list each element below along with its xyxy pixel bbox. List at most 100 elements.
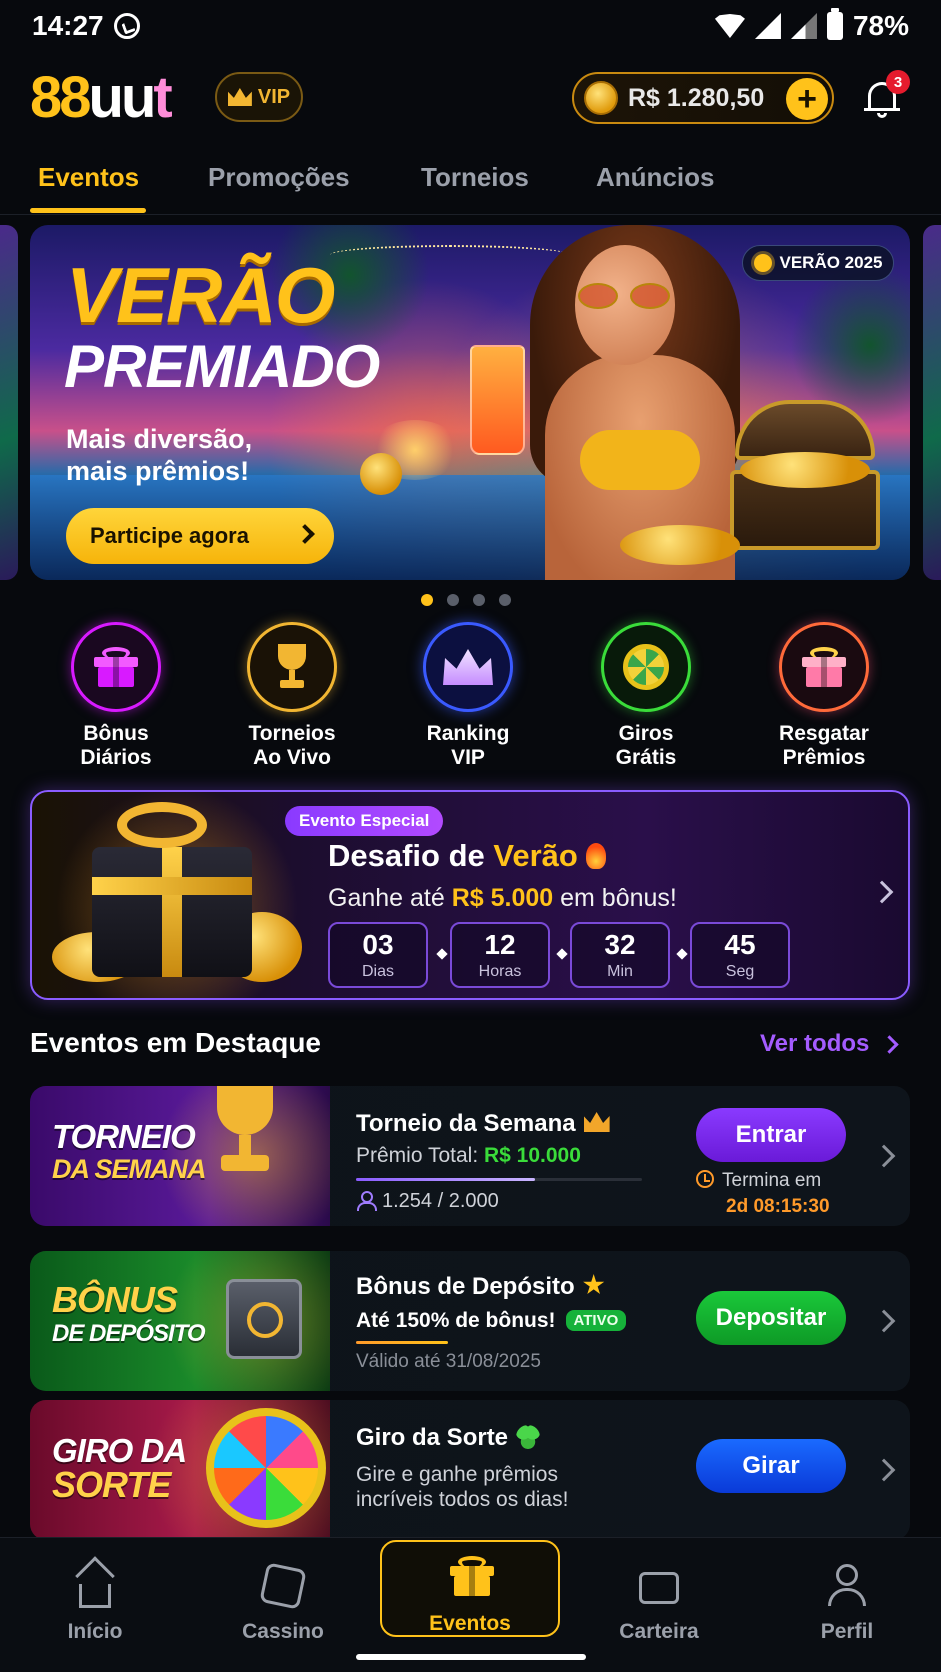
nav-perfil[interactable]: Perfil [772,1548,922,1648]
crown-icon [443,649,493,685]
ends-in-timer: 2d 08:15:30 [726,1196,830,1217]
safe-icon [226,1279,302,1359]
hero-title-secondary: PREMIADO [64,333,380,400]
carousel-next-slide[interactable] [923,225,941,580]
chevron-right-icon [872,1309,896,1333]
app-header: 88uut VIP R$ 1.280,50 + 3 [0,62,941,134]
fire-icon [585,843,606,869]
add-funds-button[interactable]: + [786,78,828,120]
tournament-thumbnail: TORNEIO DA SEMANA [30,1086,330,1226]
wheel-icon [206,1408,326,1528]
carousel-dot[interactable] [447,594,459,606]
countdown-days: 03 Dias [328,922,428,988]
tab-eventos[interactable]: Eventos [38,162,139,193]
user-icon [356,1191,377,1211]
dice-icon [259,1562,307,1610]
coin-icon [584,81,618,115]
battery-icon [826,8,843,40]
user-icon [836,1564,858,1586]
quick-action-free-spins[interactable]: Giros Grátis [566,622,726,770]
hero-subtitle: Mais diversão, mais prêmios! [66,424,253,486]
wallet-icon [639,1572,679,1604]
participate-now-button[interactable]: Participe agora [66,508,334,564]
star-icon [583,1274,605,1295]
coin-decoration [360,453,402,495]
special-event-title: Desafio de Verão [328,838,606,874]
event-row-deposit-bonus[interactable]: BÔNUS DE DEPÓSITO Bônus de Depósito Até … [30,1251,910,1391]
event-row-weekly-tournament[interactable]: TORNEIO DA SEMANA Torneio da Semana Prêm… [30,1086,910,1226]
bonus-offer: Até 150% de bônus! ATIVO [356,1309,627,1333]
ends-in-label: Termina em [696,1170,821,1192]
notifications-button[interactable]: 3 [862,70,910,120]
treasure-chest-image [730,400,880,550]
chevron-right-icon [295,524,315,544]
battery-level: 78% [852,10,909,41]
carousel-dot[interactable] [421,594,433,606]
tab-torneios[interactable]: Torneios [421,162,529,193]
system-home-indicator[interactable] [356,1654,586,1660]
crown-icon [583,1112,610,1132]
balance-amount: R$ 1.280,50 [628,83,765,112]
quick-action-vip-ranking[interactable]: Ranking VIP [388,622,548,770]
see-all-link[interactable]: Ver todos [760,1030,900,1058]
countdown-seconds: 45 Seg [690,922,790,988]
quick-action-redeem-prizes[interactable]: Resgatar Prêmios [744,622,904,770]
event-row-lucky-spin[interactable]: GIRO DA SORTE Giro da Sorte Gire e ganhe… [30,1400,910,1540]
nav-carteira[interactable]: Carteira [584,1548,734,1648]
vip-badge[interactable]: VIP [215,72,303,122]
notification-count-badge: 3 [886,70,910,94]
status-bar: 14:27 78% [0,0,941,52]
nav-cassino[interactable]: Cassino [208,1548,358,1648]
status-time: 14:27 [32,10,104,41]
participants-count: 1.254 / 2.000 [356,1190,499,1213]
wheel-icon [623,644,669,690]
cocktail-image [470,345,525,455]
carousel-dot[interactable] [473,594,485,606]
featured-events-title: Eventos em Destaque [30,1027,321,1058]
app-logo[interactable]: 88uut [30,68,173,128]
crown-icon [227,88,252,106]
gift-icon [94,647,138,687]
balance-pill[interactable]: R$ 1.280,50 + [572,72,834,124]
gift-icon [450,1556,494,1596]
top-tabs: Eventos Promoções Torneios Anúncios [0,150,941,215]
tab-promocoes[interactable]: Promoções [208,162,350,193]
spin-button[interactable]: Girar [696,1439,846,1493]
valid-until: Válido até 31/08/2025 [356,1351,541,1372]
wifi-icon [714,14,745,38]
signal-icon [790,13,817,39]
chevron-right-icon [870,880,894,904]
status-badge: ATIVO [565,1310,627,1331]
tab-anuncios[interactable]: Anúncios [596,162,714,193]
lucky-spin-thumbnail: GIRO DA SORTE [30,1400,330,1540]
prize-total: Prêmio Total: R$ 10.000 [356,1144,581,1167]
chevron-right-icon [872,1144,896,1168]
quick-action-live-tournaments[interactable]: Torneios Ao Vivo [212,622,372,770]
gold-pile-decoration [620,525,740,565]
carousel-prev-slide[interactable] [0,225,18,580]
clock-icon [696,1170,714,1188]
chevron-right-icon [872,1458,896,1482]
quick-action-daily-bonus[interactable]: Bônus Diários [36,622,196,770]
event-name: Bônus de Depósito [356,1273,605,1301]
hero-title: VERÃO [66,251,335,339]
countdown-hours: 12 Horas [450,922,550,988]
season-badge: VERÃO 2025 [742,245,894,281]
special-event-card[interactable]: Evento Especial Desafio de Verão Ganhe a… [30,790,910,1000]
enter-tournament-button[interactable]: Entrar [696,1108,846,1162]
clover-icon [516,1425,541,1449]
nav-eventos[interactable]: Eventos [380,1540,560,1637]
carousel-indicator [421,594,511,606]
nav-inicio[interactable]: Início [20,1548,170,1648]
hero-banner[interactable]: VERÃO PREMIADO Mais diversão, mais prêmi… [30,225,910,580]
carousel-dot[interactable] [499,594,511,606]
whatsapp-icon [113,13,140,39]
countdown-minutes: 32 Min [570,922,670,988]
trophy-icon [205,1086,285,1175]
active-tab-indicator [30,208,146,213]
bonus-progress-bar [356,1341,448,1344]
event-name: Torneio da Semana [356,1110,610,1138]
deposit-button[interactable]: Depositar [696,1291,846,1345]
hero-model-image [520,225,750,580]
special-event-tag: Evento Especial [285,806,444,836]
